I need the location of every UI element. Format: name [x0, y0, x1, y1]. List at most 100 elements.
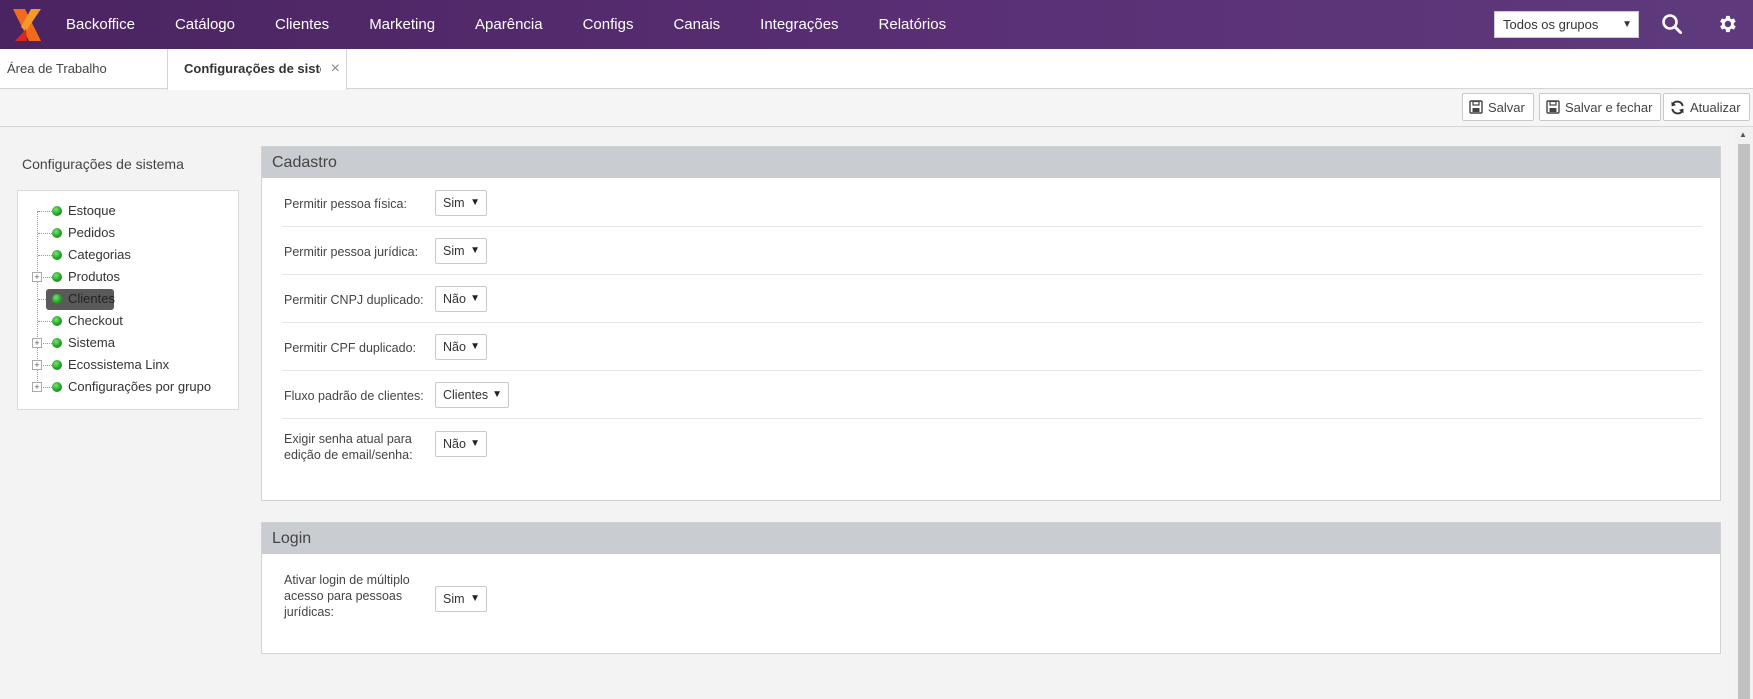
scrollbar-thumb[interactable] [1738, 144, 1750, 699]
refresh-label: Atualizar [1690, 99, 1741, 115]
refresh-button[interactable]: Atualizar [1663, 93, 1750, 121]
setting-label: Exigir senha atual para edição de email/… [284, 431, 413, 463]
setting-row: Permitir pessoa física: Sim ▼ [282, 179, 1702, 227]
setting-row: Ativar login de múltiplo acesso para pes… [282, 555, 1702, 653]
setting-label-line: edição de email/senha: [284, 448, 413, 462]
chevron-down-icon: ▼ [470, 293, 480, 304]
tree-item-label[interactable]: Pedidos [68, 225, 115, 240]
floppy-disk-icon [1546, 100, 1560, 114]
scroll-up-icon[interactable]: ▲ [1739, 130, 1747, 139]
tab-label: Configurações de sistema [184, 61, 321, 76]
status-dot-icon [52, 360, 62, 370]
nav-marketing[interactable]: Marketing [349, 0, 455, 49]
status-dot-icon [52, 272, 62, 282]
select-value: Não [443, 340, 466, 354]
tree-item-categorias[interactable]: Categorias [18, 245, 238, 265]
tree-item-pedidos[interactable]: Pedidos [18, 223, 238, 243]
login-multiplo-select[interactable]: Sim ▼ [435, 586, 487, 612]
exigir-senha-select[interactable]: Não ▼ [435, 431, 487, 457]
vertical-scrollbar[interactable]: ▲ [1735, 128, 1753, 699]
select-value: Não [443, 292, 466, 306]
tree-item-label[interactable]: Ecossistema Linx [68, 357, 169, 372]
expand-plus-icon[interactable]: + [32, 338, 42, 348]
nav-configs[interactable]: Configs [563, 0, 654, 49]
tree-item-clientes[interactable]: Clientes [18, 289, 238, 310]
nav-canais[interactable]: Canais [653, 0, 740, 49]
select-value: Sim [443, 196, 465, 210]
floppy-disk-icon [1469, 100, 1483, 114]
status-dot-icon [52, 294, 62, 304]
group-select[interactable]: Todos os grupos ▼ [1494, 11, 1639, 38]
tree-item-estoque[interactable]: Estoque [18, 201, 238, 221]
chevron-down-icon: ▼ [470, 438, 480, 449]
setting-label-line: Ativar login de múltiplo [284, 573, 410, 587]
chevron-down-icon: ▼ [470, 197, 480, 208]
nav-aparencia[interactable]: Aparência [455, 0, 563, 49]
setting-label: Permitir pessoa física: [284, 197, 407, 211]
nav-integracoes[interactable]: Integrações [740, 0, 858, 49]
setting-label-line: Exigir senha atual para [284, 432, 412, 446]
refresh-icon [1670, 100, 1685, 115]
gear-icon[interactable] [1712, 9, 1742, 39]
action-toolbar: Salvar Salvar e fechar Atualizar [0, 90, 1753, 127]
status-dot-icon [52, 316, 62, 326]
tab-configuracoes-de-sistema[interactable]: Configurações de sistema × [167, 49, 347, 90]
tree-item-label[interactable]: Categorias [68, 247, 131, 262]
setting-row: Permitir CNPJ duplicado: Não ▼ [282, 275, 1702, 323]
tree-item-label[interactable]: Checkout [68, 313, 123, 328]
main-menu: Backoffice Catálogo Clientes Marketing A… [56, 0, 966, 49]
chevron-down-icon: ▼ [470, 341, 480, 352]
status-dot-icon [52, 206, 62, 216]
setting-label-line: acesso para pessoas [284, 589, 403, 603]
tree-item-configuracoes-por-grupo[interactable]: + Configurações por grupo [18, 377, 238, 397]
tree-item-sistema[interactable]: + Sistema [18, 333, 238, 353]
fluxo-padrao-select[interactable]: Clientes ▼ [435, 382, 509, 408]
tree-connector [38, 233, 52, 234]
setting-label: Permitir CPF duplicado: [284, 341, 416, 355]
tree-item-label[interactable]: Sistema [68, 335, 115, 350]
login-panel: Login Ativar login de múltiplo acesso pa… [261, 522, 1721, 654]
pessoa-fisica-select[interactable]: Sim ▼ [435, 190, 487, 216]
tree-item-label[interactable]: Produtos [68, 269, 120, 284]
tree-item-ecossistema-linx[interactable]: + Ecossistema Linx [18, 355, 238, 375]
setting-row: Fluxo padrão de clientes: Clientes ▼ [282, 371, 1702, 419]
nav-backoffice[interactable]: Backoffice [56, 0, 155, 49]
status-dot-icon [52, 338, 62, 348]
nav-relatorios[interactable]: Relatórios [859, 0, 967, 49]
settings-tree: Estoque Pedidos Categorias + Produtos Cl… [17, 190, 239, 410]
nav-clientes[interactable]: Clientes [255, 0, 349, 49]
linx-logo-icon[interactable] [0, 0, 56, 49]
setting-label: Fluxo padrão de clientes: [284, 389, 424, 403]
expand-plus-icon[interactable]: + [32, 382, 42, 392]
select-value: Clientes [443, 388, 489, 402]
status-dot-icon [52, 250, 62, 260]
cpf-duplicado-select[interactable]: Não ▼ [435, 334, 487, 360]
cnpj-duplicado-select[interactable]: Não ▼ [435, 286, 487, 312]
tree-item-label[interactable]: Estoque [68, 203, 116, 218]
setting-row: Exigir senha atual para edição de email/… [282, 419, 1702, 489]
cadastro-panel: Cadastro Permitir pessoa física: Sim ▼ P… [261, 146, 1721, 501]
pessoa-juridica-select[interactable]: Sim ▼ [435, 238, 487, 264]
save-button[interactable]: Salvar [1462, 93, 1534, 121]
save-and-close-label: Salvar e fechar [1565, 99, 1653, 115]
tree-item-label[interactable]: Configurações por grupo [68, 379, 211, 394]
tree-item-checkout[interactable]: Checkout [18, 311, 238, 331]
tree-connector [38, 321, 52, 322]
tab-label: Área de Trabalho [7, 61, 107, 76]
select-value: Sim [443, 592, 465, 606]
tree-item-label[interactable]: Clientes [68, 291, 115, 306]
expand-plus-icon[interactable]: + [32, 360, 42, 370]
nav-catalogo[interactable]: Catálogo [155, 0, 255, 49]
tree-item-produtos[interactable]: + Produtos [18, 267, 238, 287]
save-and-close-button[interactable]: Salvar e fechar [1539, 93, 1662, 121]
close-icon[interactable]: × [331, 49, 340, 89]
top-navbar: Backoffice Catálogo Clientes Marketing A… [0, 0, 1753, 49]
tab-area-de-trabalho[interactable]: Área de Trabalho [0, 49, 167, 89]
tree-connector [38, 255, 52, 256]
search-icon[interactable] [1658, 10, 1686, 38]
save-label: Salvar [1488, 99, 1525, 115]
expand-plus-icon[interactable]: + [32, 272, 42, 282]
setting-row: Permitir CPF duplicado: Não ▼ [282, 323, 1702, 371]
status-dot-icon [52, 382, 62, 392]
panel-title: Cadastro [262, 147, 1720, 178]
